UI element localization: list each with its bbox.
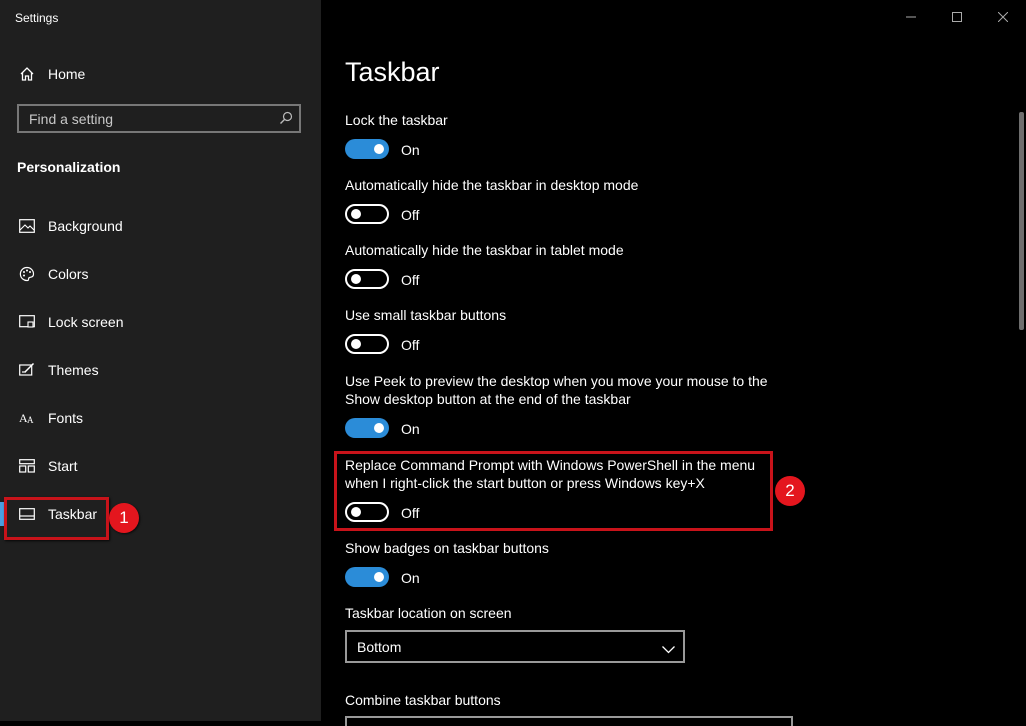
- palette-icon: [17, 264, 37, 284]
- location-dropdown-value: Bottom: [357, 639, 402, 655]
- toggle-autohide-desktop[interactable]: [345, 204, 389, 224]
- setting-label-badges: Show badges on taskbar buttons: [345, 540, 549, 556]
- app-title: Settings: [15, 11, 59, 25]
- toggle-knob: [351, 274, 361, 284]
- toggle-knob: [374, 144, 384, 154]
- toggle-small-buttons[interactable]: [345, 334, 389, 354]
- toggle-badges[interactable]: [345, 567, 389, 587]
- sidebar: Settings Home Personalization Background…: [0, 0, 321, 721]
- page-title: Taskbar: [345, 57, 440, 87]
- sidebar-item-fonts[interactable]: AA Fonts: [0, 398, 321, 438]
- sidebar-item-home[interactable]: Home: [0, 54, 321, 94]
- sidebar-item-start[interactable]: Start: [0, 446, 321, 486]
- scrollbar-thumb[interactable]: [1019, 112, 1024, 330]
- fonts-icon: AA: [17, 408, 37, 428]
- toggle-knob: [374, 423, 384, 433]
- setting-label-autohide-desktop: Automatically hide the taskbar in deskto…: [345, 177, 639, 193]
- sidebar-item-colors[interactable]: Colors: [0, 254, 321, 294]
- window-controls: [888, 0, 1026, 34]
- toggle-state: On: [401, 570, 420, 586]
- sidebar-item-lock-screen[interactable]: Lock screen: [0, 302, 321, 342]
- sidebar-item-label: Themes: [48, 362, 99, 378]
- sidebar-item-themes[interactable]: Themes: [0, 350, 321, 390]
- toggle-state: On: [401, 421, 420, 437]
- toggle-knob: [351, 339, 361, 349]
- lock-screen-icon: [17, 312, 37, 332]
- highlight-box-powershell: [334, 451, 773, 531]
- home-icon: [17, 64, 37, 84]
- svg-text:A: A: [27, 415, 34, 425]
- close-button[interactable]: [980, 0, 1026, 34]
- highlight-box-taskbar: [4, 497, 109, 540]
- start-icon: [17, 456, 37, 476]
- picture-icon: [17, 216, 37, 236]
- location-dropdown[interactable]: Bottom: [345, 630, 685, 663]
- minimize-button[interactable]: [888, 0, 934, 34]
- search-icon[interactable]: [279, 111, 293, 130]
- toggle-peek[interactable]: [345, 418, 389, 438]
- toggle-state: Off: [401, 272, 420, 288]
- annotation-badge-2: 2: [775, 476, 805, 506]
- toggle-lock-taskbar[interactable]: [345, 139, 389, 159]
- toggle-knob: [374, 572, 384, 582]
- sidebar-item-label: Lock screen: [48, 314, 124, 330]
- maximize-button[interactable]: [934, 0, 980, 34]
- setting-label-line: Show desktop button at the end of the ta…: [345, 391, 631, 407]
- toggle-state: Off: [401, 207, 420, 223]
- toggle-autohide-tablet[interactable]: [345, 269, 389, 289]
- setting-label-location: Taskbar location on screen: [345, 605, 512, 621]
- chevron-down-icon: [662, 641, 675, 657]
- section-title: Personalization: [17, 159, 121, 175]
- search-input[interactable]: [19, 106, 279, 131]
- search-box[interactable]: [17, 104, 301, 133]
- sidebar-item-label: Start: [48, 458, 78, 474]
- sidebar-item-label: Colors: [48, 266, 89, 282]
- setting-label-peek: Use Peek to preview the desktop when you…: [345, 372, 785, 408]
- themes-icon: [17, 360, 37, 380]
- toggle-knob: [351, 209, 361, 219]
- setting-label-small-buttons: Use small taskbar buttons: [345, 307, 507, 323]
- sidebar-item-background[interactable]: Background: [0, 206, 321, 246]
- setting-label-lock-taskbar: Lock the taskbar: [345, 112, 448, 128]
- toggle-state: Off: [401, 337, 420, 353]
- toggle-state: On: [401, 142, 420, 158]
- setting-label-line: Use Peek to preview the desktop when you…: [345, 373, 768, 389]
- setting-label-autohide-tablet: Automatically hide the taskbar in tablet…: [345, 242, 624, 258]
- sidebar-item-label: Background: [48, 218, 123, 234]
- setting-label-combine: Combine taskbar buttons: [345, 692, 501, 708]
- annotation-badge-1: 1: [109, 503, 139, 533]
- sidebar-item-label: Home: [48, 66, 86, 82]
- combine-dropdown[interactable]: [345, 716, 793, 726]
- sidebar-item-label: Fonts: [48, 410, 84, 426]
